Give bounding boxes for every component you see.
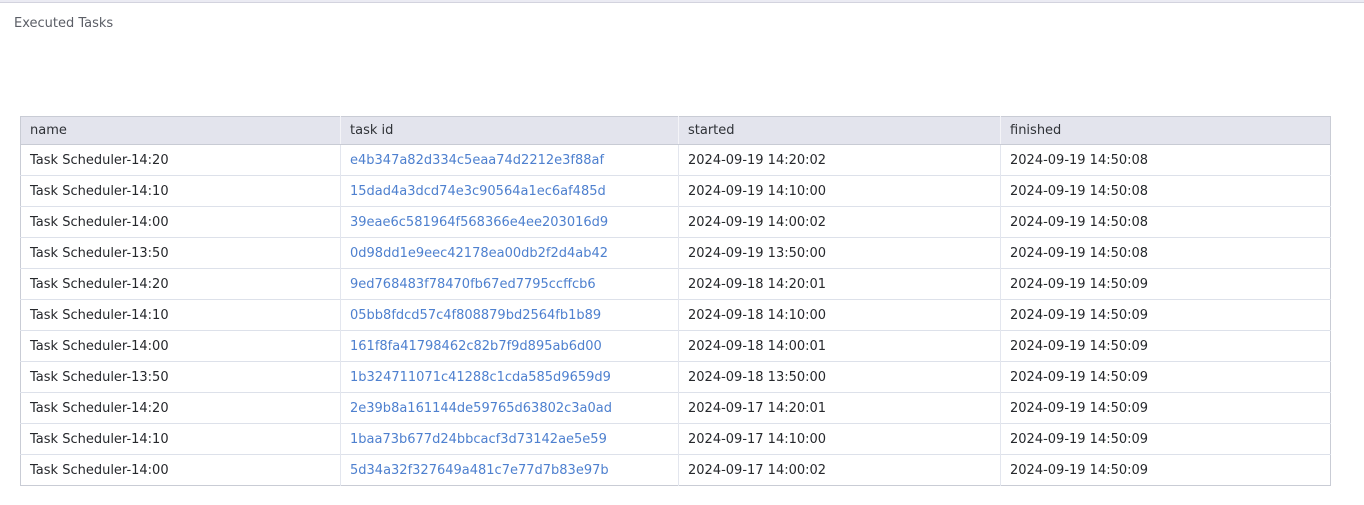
task-id-link[interactable]: 1baa73b677d24bbcacf3d73142ae5e59 [350, 432, 607, 447]
executed-tasks-section: name task id started finished Task Sched… [20, 116, 1330, 486]
column-header-name: name [21, 117, 341, 145]
top-divider [0, 0, 1364, 3]
task-id-link[interactable]: 15dad4a3dcd74e3c90564a1ec6af485d [350, 184, 606, 199]
task-name-cell: Task Scheduler-14:00 [21, 455, 341, 486]
finished-cell: 2024-09-19 14:50:08 [1001, 145, 1331, 176]
table-row: Task Scheduler-14:00 5d34a32f327649a481c… [21, 455, 1331, 486]
finished-cell: 2024-09-19 14:50:08 [1001, 207, 1331, 238]
table-row: Task Scheduler-14:10 05bb8fdcd57c4f80887… [21, 300, 1331, 331]
task-id-cell: 0d98dd1e9eec42178ea00db2f2d4ab42 [341, 238, 679, 269]
task-id-cell: 5d34a32f327649a481c7e77d7b83e97b [341, 455, 679, 486]
task-id-cell: 39eae6c581964f568366e4ee203016d9 [341, 207, 679, 238]
table-row: Task Scheduler-14:00 161f8fa41798462c82b… [21, 331, 1331, 362]
column-header-started: started [679, 117, 1001, 145]
task-id-link[interactable]: 05bb8fdcd57c4f808879bd2564fb1b89 [350, 308, 601, 323]
finished-cell: 2024-09-19 14:50:09 [1001, 269, 1331, 300]
task-id-cell: 15dad4a3dcd74e3c90564a1ec6af485d [341, 176, 679, 207]
table-row: Task Scheduler-14:20 e4b347a82d334c5eaa7… [21, 145, 1331, 176]
finished-cell: 2024-09-19 14:50:08 [1001, 238, 1331, 269]
task-name-cell: Task Scheduler-14:20 [21, 269, 341, 300]
started-cell: 2024-09-19 14:10:00 [679, 176, 1001, 207]
finished-cell: 2024-09-19 14:50:09 [1001, 424, 1331, 455]
finished-cell: 2024-09-19 14:50:09 [1001, 300, 1331, 331]
started-cell: 2024-09-19 13:50:00 [679, 238, 1001, 269]
task-name-cell: Task Scheduler-14:00 [21, 207, 341, 238]
started-cell: 2024-09-19 14:20:02 [679, 145, 1001, 176]
finished-cell: 2024-09-19 14:50:08 [1001, 176, 1331, 207]
started-cell: 2024-09-18 14:20:01 [679, 269, 1001, 300]
task-id-link[interactable]: 39eae6c581964f568366e4ee203016d9 [350, 215, 608, 230]
task-id-link[interactable]: 1b324711071c41288c1cda585d9659d9 [350, 370, 611, 385]
table-row: Task Scheduler-14:20 9ed768483f78470fb67… [21, 269, 1331, 300]
task-name-cell: Task Scheduler-14:10 [21, 300, 341, 331]
column-header-finished: finished [1001, 117, 1331, 145]
table-row: Task Scheduler-13:50 0d98dd1e9eec42178ea… [21, 238, 1331, 269]
task-id-link[interactable]: 0d98dd1e9eec42178ea00db2f2d4ab42 [350, 246, 608, 261]
page-title: Executed Tasks [14, 16, 113, 31]
task-id-cell: e4b347a82d334c5eaa74d2212e3f88af [341, 145, 679, 176]
table-header-row: name task id started finished [21, 117, 1331, 145]
task-name-cell: Task Scheduler-14:10 [21, 176, 341, 207]
task-id-link[interactable]: 9ed768483f78470fb67ed7795ccffcb6 [350, 277, 596, 292]
table-row: Task Scheduler-14:00 39eae6c581964f56836… [21, 207, 1331, 238]
task-name-cell: Task Scheduler-14:00 [21, 331, 341, 362]
started-cell: 2024-09-18 14:10:00 [679, 300, 1001, 331]
task-name-cell: Task Scheduler-13:50 [21, 362, 341, 393]
started-cell: 2024-09-17 14:10:00 [679, 424, 1001, 455]
task-id-cell: 2e39b8a161144de59765d63802c3a0ad [341, 393, 679, 424]
task-name-cell: Task Scheduler-14:10 [21, 424, 341, 455]
task-id-link[interactable]: 5d34a32f327649a481c7e77d7b83e97b [350, 463, 609, 478]
table-row: Task Scheduler-14:20 2e39b8a161144de5976… [21, 393, 1331, 424]
finished-cell: 2024-09-19 14:50:09 [1001, 455, 1331, 486]
table-row: Task Scheduler-13:50 1b324711071c41288c1… [21, 362, 1331, 393]
started-cell: 2024-09-18 13:50:00 [679, 362, 1001, 393]
task-name-cell: Task Scheduler-14:20 [21, 393, 341, 424]
started-cell: 2024-09-18 14:00:01 [679, 331, 1001, 362]
started-cell: 2024-09-17 14:20:01 [679, 393, 1001, 424]
task-id-cell: 1baa73b677d24bbcacf3d73142ae5e59 [341, 424, 679, 455]
finished-cell: 2024-09-19 14:50:09 [1001, 393, 1331, 424]
finished-cell: 2024-09-19 14:50:09 [1001, 331, 1331, 362]
task-id-link[interactable]: 161f8fa41798462c82b7f9d895ab6d00 [350, 339, 602, 354]
task-name-cell: Task Scheduler-14:20 [21, 145, 341, 176]
finished-cell: 2024-09-19 14:50:09 [1001, 362, 1331, 393]
started-cell: 2024-09-19 14:00:02 [679, 207, 1001, 238]
task-name-cell: Task Scheduler-13:50 [21, 238, 341, 269]
task-id-cell: 05bb8fdcd57c4f808879bd2564fb1b89 [341, 300, 679, 331]
table-header: name task id started finished [21, 117, 1331, 145]
task-id-cell: 1b324711071c41288c1cda585d9659d9 [341, 362, 679, 393]
task-id-link[interactable]: e4b347a82d334c5eaa74d2212e3f88af [350, 153, 604, 168]
table-row: Task Scheduler-14:10 15dad4a3dcd74e3c905… [21, 176, 1331, 207]
table-body: Task Scheduler-14:20 e4b347a82d334c5eaa7… [21, 145, 1331, 486]
column-header-task-id: task id [341, 117, 679, 145]
task-id-link[interactable]: 2e39b8a161144de59765d63802c3a0ad [350, 401, 612, 416]
executed-tasks-table: name task id started finished Task Sched… [20, 116, 1331, 486]
table-row: Task Scheduler-14:10 1baa73b677d24bbcacf… [21, 424, 1331, 455]
started-cell: 2024-09-17 14:00:02 [679, 455, 1001, 486]
task-id-cell: 161f8fa41798462c82b7f9d895ab6d00 [341, 331, 679, 362]
task-id-cell: 9ed768483f78470fb67ed7795ccffcb6 [341, 269, 679, 300]
